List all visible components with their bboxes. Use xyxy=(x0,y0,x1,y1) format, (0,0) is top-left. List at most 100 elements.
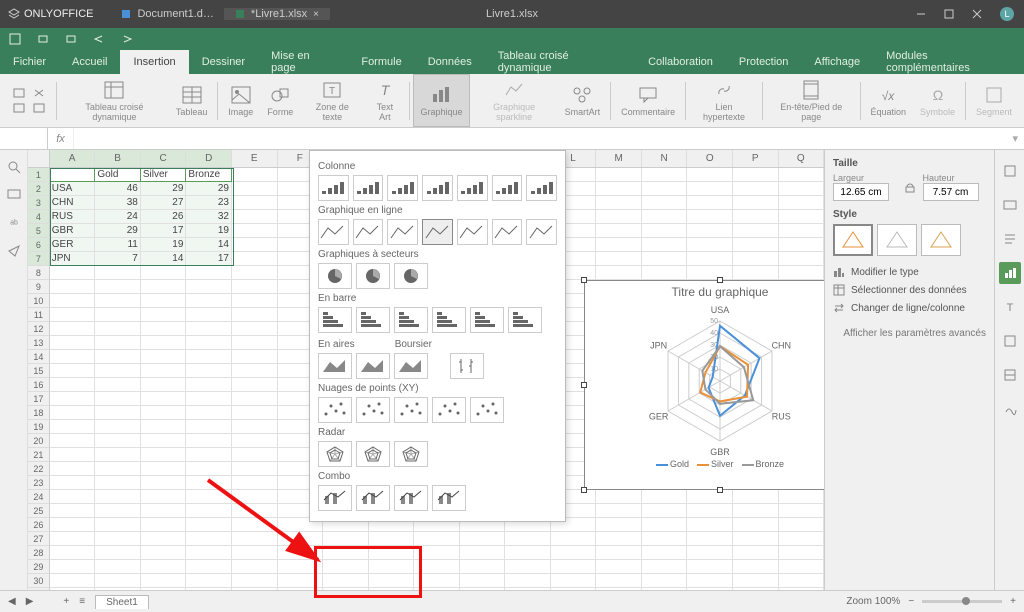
minimize-icon[interactable] xyxy=(916,9,926,19)
doc-tab-active[interactable]: *Livre1.xlsx × xyxy=(225,8,330,20)
chart-type-option[interactable] xyxy=(356,485,390,511)
quick-print-icon[interactable] xyxy=(64,32,78,46)
tab-donnees[interactable]: Données xyxy=(415,50,485,74)
col-header[interactable]: O xyxy=(687,150,733,167)
comments-icon[interactable] xyxy=(7,188,21,202)
table-settings-icon[interactable] xyxy=(999,364,1021,386)
chart-type-option[interactable] xyxy=(508,307,542,333)
chart-type-option[interactable] xyxy=(432,397,466,423)
chart-type-option[interactable] xyxy=(318,397,352,423)
signature-icon[interactable] xyxy=(999,398,1021,420)
tab-tcd[interactable]: Tableau croisé dynamique xyxy=(485,50,635,74)
chart-settings-icon[interactable] xyxy=(999,262,1021,284)
chart-type-option[interactable] xyxy=(394,307,428,333)
tab-affichage[interactable]: Affichage xyxy=(801,50,873,74)
tab-fichier[interactable]: Fichier xyxy=(0,50,59,74)
col-header[interactable]: N xyxy=(642,150,688,167)
print-icon[interactable] xyxy=(36,32,50,46)
chart-type-option[interactable] xyxy=(318,307,352,333)
switch-rowcol-link[interactable]: Changer de ligne/colonne xyxy=(833,302,986,314)
chart-type-option[interactable] xyxy=(457,175,488,201)
smartart-button[interactable]: SmartArt xyxy=(559,74,607,127)
chart-type-option[interactable] xyxy=(318,441,352,467)
chart-type-option[interactable] xyxy=(356,441,390,467)
text-settings-icon[interactable]: T xyxy=(999,296,1021,318)
spreadsheet-grid[interactable]: A B C D E F G H I J K L M N O P Q 1GoldS… xyxy=(28,150,824,610)
chart-type-option[interactable] xyxy=(356,307,390,333)
chart-type-option[interactable] xyxy=(422,175,453,201)
zoom-in-icon[interactable]: + xyxy=(1010,596,1016,607)
col-header[interactable]: C xyxy=(141,150,187,167)
search-icon[interactable] xyxy=(7,160,21,174)
chart-type-option[interactable] xyxy=(394,353,428,379)
tab-mise-en-page[interactable]: Mise en page xyxy=(258,50,348,74)
tab-dessiner[interactable]: Dessiner xyxy=(189,50,258,74)
sheet-nav-next[interactable]: ▶ xyxy=(26,596,34,607)
table-button[interactable]: Tableau xyxy=(170,74,214,127)
pivot-settings-icon[interactable] xyxy=(999,330,1021,352)
width-input[interactable] xyxy=(833,183,889,201)
sheet-nav-prev[interactable]: ◀ xyxy=(8,596,16,607)
header-footer-button[interactable]: En-tête/Pied de page xyxy=(767,74,856,127)
chart-type-option[interactable] xyxy=(318,175,349,201)
chart-type-option[interactable] xyxy=(318,353,352,379)
chart-type-option[interactable] xyxy=(526,175,557,201)
chart-type-option[interactable] xyxy=(353,219,384,245)
chart-type-option[interactable] xyxy=(353,175,384,201)
chart-type-option[interactable] xyxy=(432,307,466,333)
close-window-icon[interactable] xyxy=(972,9,982,19)
chart-type-option[interactable] xyxy=(387,219,418,245)
sheet-list-icon[interactable]: ≡ xyxy=(79,596,85,607)
image-button[interactable]: Image xyxy=(222,74,259,127)
symbol-button[interactable]: ΩSymbole xyxy=(914,74,961,127)
chart-type-option[interactable] xyxy=(470,307,504,333)
slicer-button[interactable]: Segment xyxy=(970,74,1018,127)
lock-aspect-icon[interactable] xyxy=(903,180,917,194)
tab-accueil[interactable]: Accueil xyxy=(59,50,120,74)
chart-type-option[interactable] xyxy=(356,397,390,423)
zoom-slider[interactable] xyxy=(922,600,1002,603)
col-header[interactable]: P xyxy=(733,150,779,167)
select-data-link[interactable]: Sélectionner des données xyxy=(833,284,986,296)
avatar[interactable]: L xyxy=(1000,7,1014,21)
chart-type-option[interactable] xyxy=(492,175,523,201)
col-header[interactable]: Q xyxy=(779,150,824,167)
chart-type-option[interactable] xyxy=(394,397,428,423)
fx-icon[interactable]: fx xyxy=(48,128,74,149)
hyperlink-button[interactable]: Lien hypertexte xyxy=(690,74,758,127)
maximize-icon[interactable] xyxy=(944,9,954,19)
chart-type-option[interactable] xyxy=(394,441,428,467)
redo-icon[interactable] xyxy=(120,32,134,46)
spellcheck-icon[interactable]: ᵃᵇ xyxy=(7,216,21,230)
tab-protection[interactable]: Protection xyxy=(726,50,802,74)
chart-type-option[interactable] xyxy=(432,485,466,511)
chart-type-option[interactable] xyxy=(387,175,418,201)
close-icon[interactable]: × xyxy=(313,9,319,20)
chart-type-option[interactable] xyxy=(457,219,488,245)
add-sheet-icon[interactable]: + xyxy=(63,596,69,607)
chart-type-option[interactable] xyxy=(318,219,349,245)
pivot-table-button[interactable]: Tableau croisé dynamique xyxy=(61,74,168,127)
advanced-link[interactable]: Afficher les paramètres avancés xyxy=(833,328,986,339)
chart-type-option[interactable] xyxy=(356,263,390,289)
chart-type-option[interactable] xyxy=(450,353,484,379)
chart-type-option[interactable] xyxy=(422,219,453,245)
textart-button[interactable]: TText Art xyxy=(365,74,404,127)
comment-button[interactable]: Commentaire xyxy=(615,74,681,127)
shape-button[interactable]: Forme xyxy=(261,74,299,127)
formula-input[interactable] xyxy=(74,128,1006,149)
height-input[interactable] xyxy=(923,183,979,201)
doc-tab[interactable]: Document1.d… xyxy=(111,8,224,20)
para-settings-icon[interactable] xyxy=(999,228,1021,250)
col-header[interactable]: A xyxy=(50,150,96,167)
shape-settings-icon[interactable] xyxy=(999,160,1021,182)
chart-type-option[interactable] xyxy=(394,485,428,511)
equation-button[interactable]: √xÉquation xyxy=(865,74,913,127)
tab-formule[interactable]: Formule xyxy=(348,50,414,74)
sheet-tab[interactable]: Sheet1 xyxy=(95,595,149,609)
chart-type-option[interactable] xyxy=(318,263,352,289)
chart-type-option[interactable] xyxy=(394,263,428,289)
feedback-icon[interactable] xyxy=(7,244,21,258)
style-thumb[interactable] xyxy=(877,224,917,256)
tab-modules[interactable]: Modules complémentaires xyxy=(873,50,1024,74)
